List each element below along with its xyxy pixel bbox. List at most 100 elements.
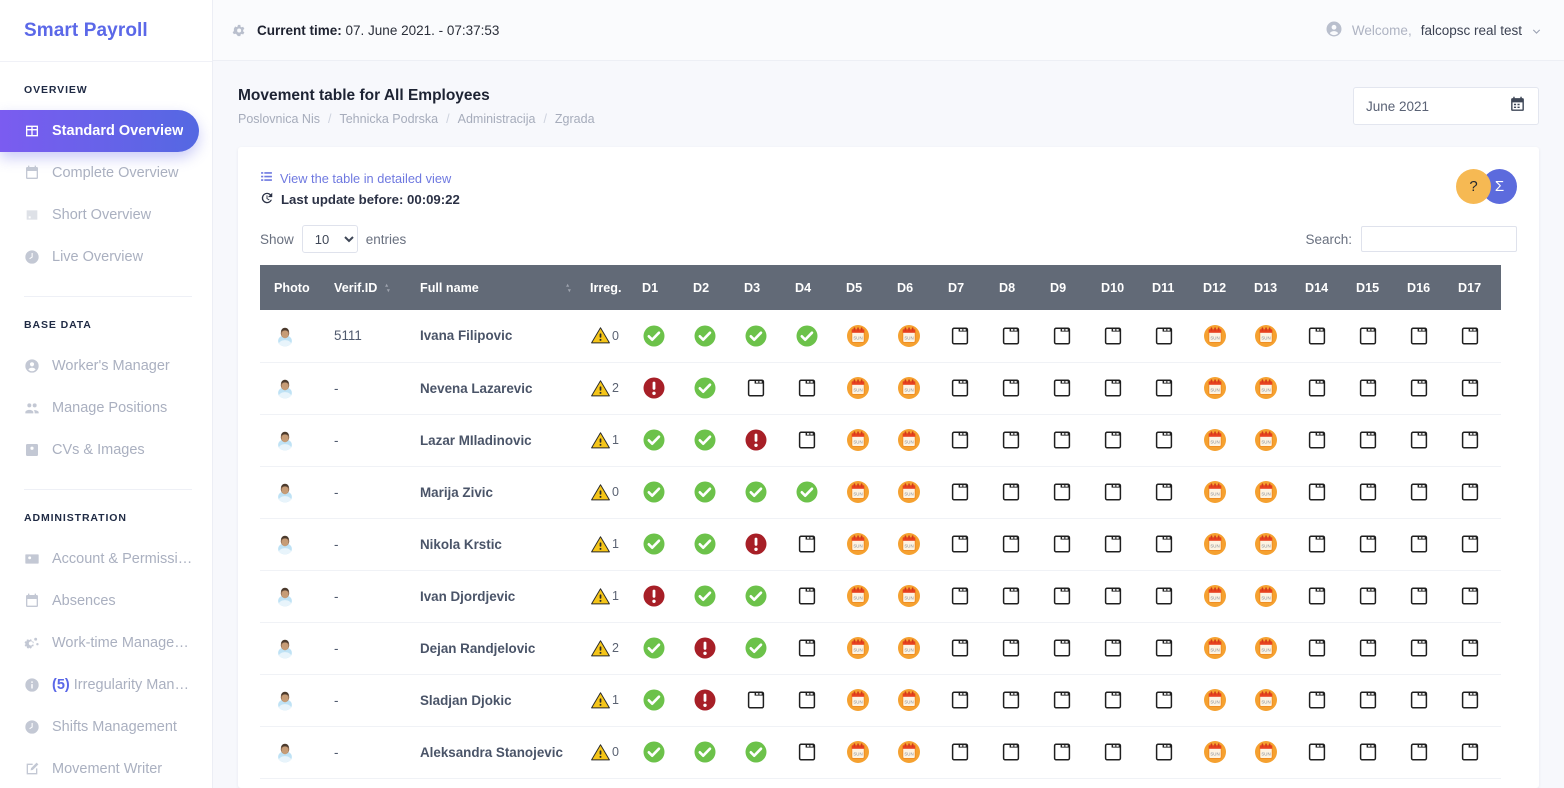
cell-day-d13[interactable]: SUN <box>1246 310 1297 363</box>
cell-day-d11[interactable] <box>1144 674 1195 727</box>
cell-day-d8[interactable] <box>991 310 1042 363</box>
status-blank-icon[interactable] <box>1101 480 1125 504</box>
status-ok-icon[interactable] <box>693 480 717 504</box>
status-blank-icon[interactable] <box>1407 324 1431 348</box>
status-blank-icon[interactable] <box>1050 688 1074 712</box>
cell-day-d14[interactable] <box>1297 726 1348 779</box>
status-ok-icon[interactable] <box>642 428 666 452</box>
cell-photo[interactable] <box>260 622 326 675</box>
status-blank-icon[interactable] <box>1458 376 1482 400</box>
status-blank-icon[interactable] <box>1458 324 1482 348</box>
cell-day-d7[interactable] <box>940 414 991 467</box>
cell-day-d9[interactable] <box>1042 466 1093 519</box>
status-blank-icon[interactable] <box>948 584 972 608</box>
cell-day-d5[interactable]: SUN <box>838 466 889 519</box>
status-ok-icon[interactable] <box>744 636 768 660</box>
cell-day-d15[interactable] <box>1348 362 1399 415</box>
cell-day-d7[interactable] <box>940 466 991 519</box>
status-weekend-icon[interactable]: SUN <box>1203 376 1227 400</box>
cell-full-name[interactable]: Lazar MIladinovic <box>412 414 582 467</box>
status-weekend-icon[interactable]: SUN <box>1254 740 1278 764</box>
sidebar-item-live-overview[interactable]: Live Overview <box>0 236 212 278</box>
column-header-d13[interactable]: D13 <box>1246 265 1297 310</box>
cell-day-d9[interactable] <box>1042 622 1093 675</box>
cell-day-d4[interactable] <box>787 414 838 467</box>
status-blank-icon[interactable] <box>1050 636 1074 660</box>
cell-day-d9[interactable] <box>1042 674 1093 727</box>
cell-day-d10[interactable] <box>1093 414 1144 467</box>
cell-full-name[interactable]: Nikola Krstic <box>412 518 582 571</box>
status-blank-icon[interactable] <box>1101 376 1125 400</box>
status-blank-icon[interactable] <box>1407 584 1431 608</box>
status-weekend-icon[interactable]: SUN <box>1203 636 1227 660</box>
status-blank-icon[interactable] <box>1050 376 1074 400</box>
status-weekend-icon[interactable]: SUN <box>846 740 870 764</box>
cell-day-d14[interactable] <box>1297 622 1348 675</box>
status-ok-icon[interactable] <box>744 324 768 348</box>
column-header-d16[interactable]: D16 <box>1399 265 1450 310</box>
status-weekend-icon[interactable]: SUN <box>1203 688 1227 712</box>
status-blank-icon[interactable] <box>948 636 972 660</box>
cell-day-d6[interactable]: SUN <box>889 310 940 363</box>
status-blank-icon[interactable] <box>795 636 819 660</box>
cell-day-d4[interactable] <box>787 570 838 623</box>
cell-day-d4[interactable] <box>787 518 838 571</box>
cell-day-d16[interactable] <box>1399 414 1450 467</box>
status-ok-icon[interactable] <box>642 532 666 556</box>
cell-full-name[interactable]: Sladjan Djokic <box>412 674 582 727</box>
status-ok-icon[interactable] <box>642 480 666 504</box>
status-blank-icon[interactable] <box>1458 740 1482 764</box>
column-header-d17[interactable]: D17 <box>1450 265 1501 310</box>
status-blank-icon[interactable] <box>1458 532 1482 556</box>
cell-day-d16[interactable] <box>1399 518 1450 571</box>
cell-day-d2[interactable] <box>685 414 736 467</box>
cell-day-d10[interactable] <box>1093 570 1144 623</box>
cell-day-d4[interactable] <box>787 726 838 779</box>
cell-photo[interactable] <box>260 414 326 467</box>
status-error-icon[interactable] <box>693 636 717 660</box>
cell-day-d13[interactable]: SUN <box>1246 518 1297 571</box>
sidebar-item-short-overview[interactable]: Short Overview <box>0 194 212 236</box>
cell-day-d6[interactable]: SUN <box>889 674 940 727</box>
cell-day-d11[interactable] <box>1144 310 1195 363</box>
cell-day-d1[interactable] <box>634 518 685 571</box>
cell-day-d15[interactable] <box>1348 310 1399 363</box>
status-blank-icon[interactable] <box>1050 428 1074 452</box>
status-blank-icon[interactable] <box>1356 636 1380 660</box>
status-blank-icon[interactable] <box>948 428 972 452</box>
breadcrumb-item[interactable]: Poslovnica Nis <box>238 112 320 126</box>
status-ok-icon[interactable] <box>693 584 717 608</box>
sidebar-item-complete-overview[interactable]: Complete Overview <box>0 152 212 194</box>
cell-day-d7[interactable] <box>940 310 991 363</box>
cell-day-d14[interactable] <box>1297 570 1348 623</box>
status-weekend-icon[interactable]: SUN <box>846 584 870 608</box>
status-blank-icon[interactable] <box>1407 636 1431 660</box>
status-blank-icon[interactable] <box>1101 688 1125 712</box>
cell-day-d5[interactable]: SUN <box>838 310 889 363</box>
status-blank-icon[interactable] <box>999 532 1023 556</box>
status-ok-icon[interactable] <box>642 740 666 764</box>
cell-photo[interactable] <box>260 362 326 415</box>
cell-day-d2[interactable] <box>685 362 736 415</box>
cell-day-d13[interactable]: SUN <box>1246 362 1297 415</box>
cell-irregularities[interactable]: 1 <box>582 674 634 727</box>
sidebar-item-work-time-manage[interactable]: Work-time Manage… <box>0 622 212 664</box>
cell-day-d15[interactable] <box>1348 570 1399 623</box>
status-blank-icon[interactable] <box>999 688 1023 712</box>
status-weekend-icon[interactable]: SUN <box>846 636 870 660</box>
column-header-d9[interactable]: D9 <box>1042 265 1093 310</box>
table-scroll[interactable]: Photo Verif.ID Full name Irreg. D1 D2 D3 D4 D5 D6… <box>238 265 1539 779</box>
cell-day-d5[interactable]: SUN <box>838 414 889 467</box>
cell-day-d13[interactable]: SUN <box>1246 466 1297 519</box>
status-weekend-icon[interactable]: SUN <box>1203 480 1227 504</box>
status-weekend-icon[interactable]: SUN <box>846 324 870 348</box>
status-blank-icon[interactable] <box>1305 532 1329 556</box>
status-blank-icon[interactable] <box>1152 532 1176 556</box>
brand[interactable]: Smart Payroll <box>0 0 212 62</box>
cell-day-d17[interactable] <box>1450 726 1501 779</box>
cell-irregularities[interactable]: 0 <box>582 466 634 519</box>
cell-day-d14[interactable] <box>1297 362 1348 415</box>
cell-day-d14[interactable] <box>1297 518 1348 571</box>
cell-day-d16[interactable] <box>1399 362 1450 415</box>
status-blank-icon[interactable] <box>1305 740 1329 764</box>
